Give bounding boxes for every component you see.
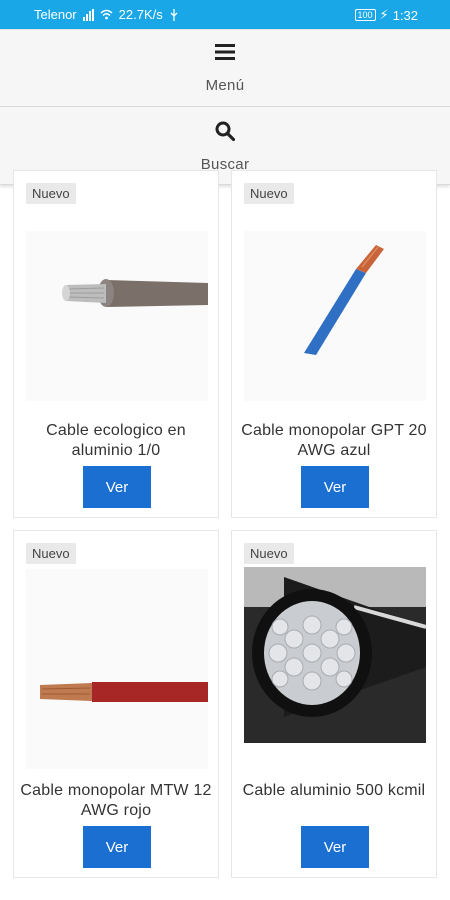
- view-button[interactable]: Ver: [301, 466, 369, 508]
- new-badge: Nuevo: [26, 183, 76, 204]
- new-badge: Nuevo: [26, 543, 76, 564]
- carrier-name: Telenor: [34, 7, 77, 22]
- new-badge: Nuevo: [244, 183, 294, 204]
- product-image-aluminum-500-kcmil-cable: [244, 567, 427, 743]
- product-card[interactable]: Nuevo Cable ecologico en aluminio 1/0 Ve…: [13, 170, 219, 518]
- status-bar-left: Telenor 22.7K/s: [34, 7, 179, 22]
- product-card[interactable]: Nuevo Cable aluminio 500 kcmil Ver: [231, 530, 437, 878]
- product-title[interactable]: Cable ecologico en aluminio 1/0: [20, 421, 212, 461]
- menu-label: Menú: [205, 77, 245, 94]
- charging-icon: ⚡: [379, 7, 389, 22]
- product-card[interactable]: Nuevo Cable monopolar GPT 20 AWG azul Ve…: [231, 170, 437, 518]
- menu-button[interactable]: Menú: [0, 29, 450, 107]
- product-title[interactable]: Cable aluminio 500 kcmil: [238, 781, 430, 801]
- clock: 1:32: [392, 7, 418, 23]
- usb-icon: [170, 8, 178, 21]
- hamburger-icon: [215, 44, 235, 60]
- view-button[interactable]: Ver: [301, 826, 369, 868]
- new-badge: Nuevo: [244, 543, 294, 564]
- view-button[interactable]: Ver: [83, 826, 151, 868]
- view-button[interactable]: Ver: [83, 466, 151, 508]
- product-image-red-copper-wire: [26, 569, 208, 769]
- search-icon: [215, 121, 236, 142]
- product-image-gray-aluminum-cable: [26, 231, 208, 401]
- product-title[interactable]: Cable monopolar MTW 12 AWG rojo: [20, 781, 212, 821]
- network-speed: 22.7K/s: [118, 7, 163, 22]
- product-image-blue-copper-wire: [244, 231, 426, 401]
- product-card[interactable]: Nuevo Cable monopolar MTW 12 AWG rojo Ve…: [13, 530, 219, 878]
- battery-icon: 100: [354, 9, 376, 21]
- status-bar-right: 100 ⚡ 1:32: [354, 7, 418, 23]
- wifi-icon: [100, 9, 113, 20]
- signal-icon: [82, 8, 94, 21]
- product-title[interactable]: Cable monopolar GPT 20 AWG azul: [238, 421, 430, 461]
- status-bar: Telenor 22.7K/s 100 ⚡ 1:32: [0, 0, 450, 29]
